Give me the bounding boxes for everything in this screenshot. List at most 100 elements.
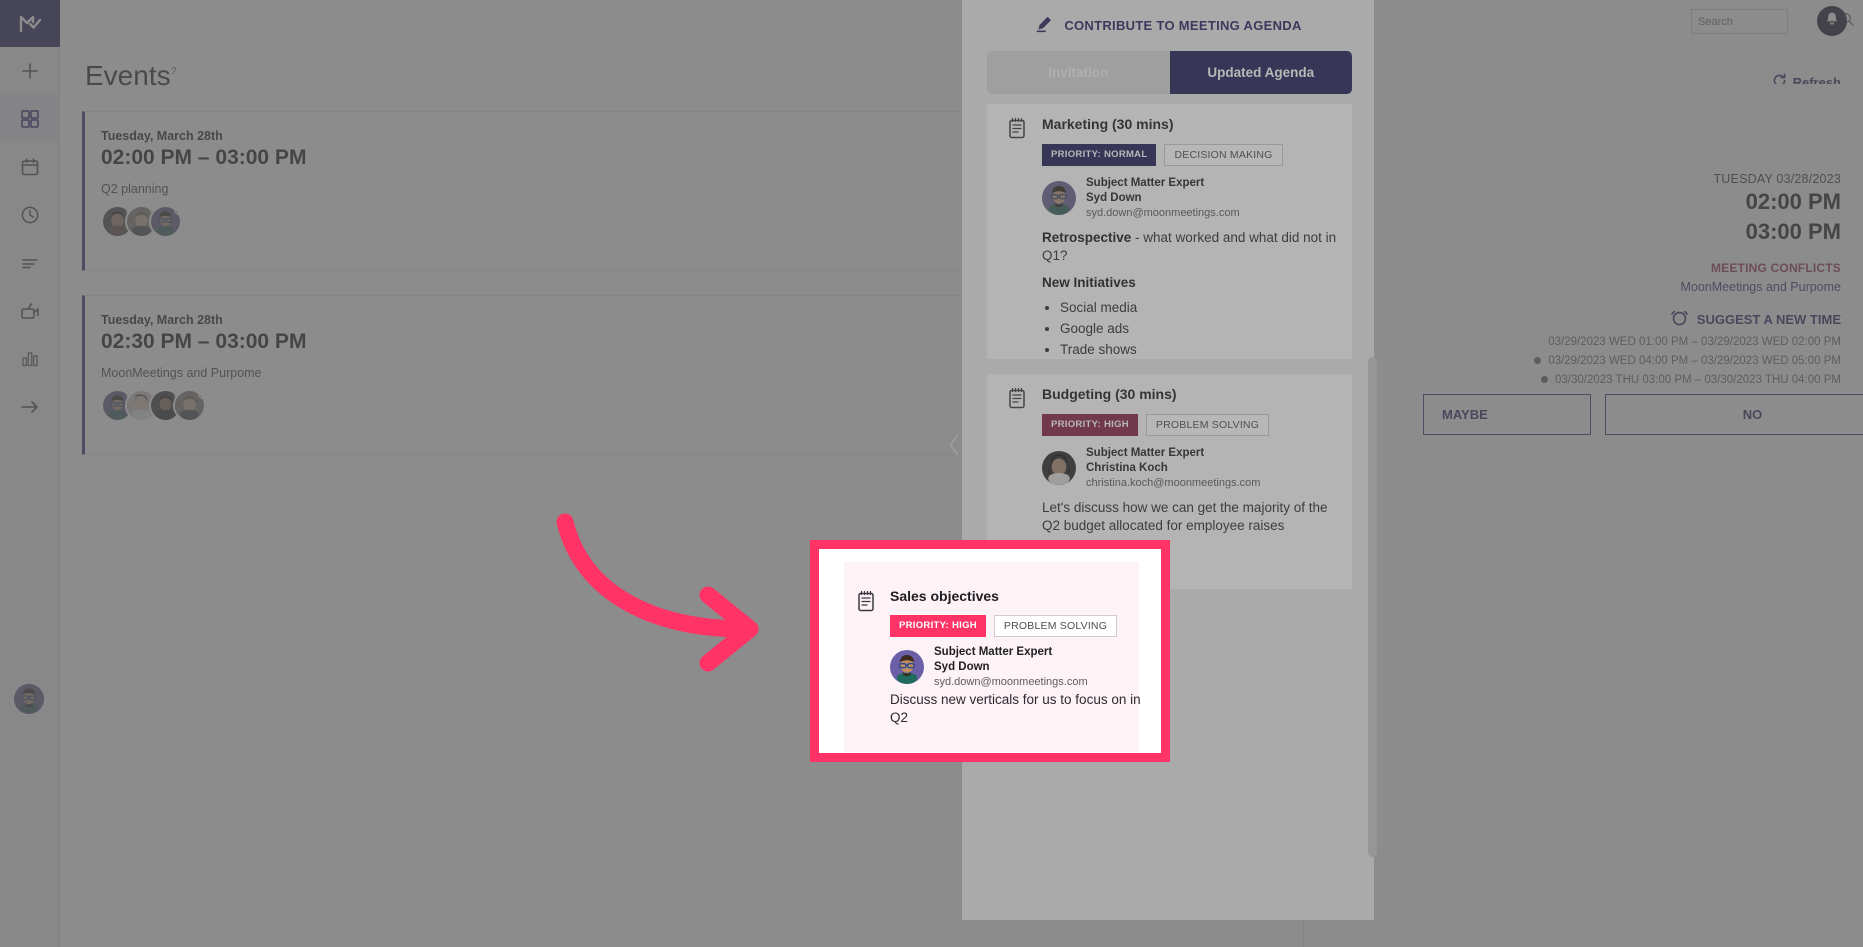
- agenda-item-tags: PRIORITY: HIGH PROBLEM SOLVING: [890, 615, 1118, 637]
- meeting-agenda-panel: CONTRIBUTE TO MEETING AGENDA Invitation …: [962, 0, 1374, 920]
- agenda-item-tags: PRIORITY: HIGH PROBLEM SOLVING: [1042, 414, 1270, 436]
- list-item: Trade shows: [1060, 341, 1337, 359]
- moonmeetings-logo-icon[interactable]: [0, 0, 60, 47]
- sidebar-item-expand-rail[interactable]: [0, 383, 60, 431]
- sidebar-item-create[interactable]: [0, 47, 60, 95]
- video-icon: [19, 300, 41, 322]
- sme-name: Syd Down: [934, 660, 990, 673]
- event-date: Tuesday, March 28th: [101, 313, 223, 327]
- plus-icon: [20, 61, 40, 81]
- sidebar-item-calendar[interactable]: [0, 143, 60, 191]
- type-badge: DECISION MAKING: [1164, 144, 1283, 166]
- event-detail-panel: TUESDAY 03/28/2023 02:00 PM 03:00 PM MEE…: [1303, 84, 1863, 947]
- subject-matter-expert: Subject Matter Expert Syd Down syd.down@…: [1042, 176, 1240, 220]
- user-avatar[interactable]: [14, 684, 44, 714]
- presence-indicator: [174, 207, 180, 215]
- grid-icon: [20, 109, 40, 129]
- event-time: 02:30 PM – 03:00 PM: [101, 330, 307, 353]
- highlight-box: Sales objectives PRIORITY: HIGH PROBLEM …: [810, 540, 1170, 762]
- list-item: Social media: [1060, 299, 1337, 317]
- tab-updated-agenda[interactable]: Updated Agenda: [1169, 51, 1352, 94]
- arrow-right-icon: [19, 397, 41, 417]
- sme-email: syd.down@moonmeetings.com: [934, 675, 1088, 688]
- event-subject: Q2 planning: [101, 182, 169, 196]
- suggested-slot[interactable]: 03/29/2023 WED 01:00 PM – 03/29/2023 WED…: [1548, 336, 1841, 348]
- agenda-item-title: Marketing (30 mins): [1042, 116, 1174, 132]
- meeting-conflicts-value[interactable]: MoonMeetings and Purpome: [1680, 280, 1841, 294]
- agenda-body-lead: Retrospective: [1042, 230, 1132, 245]
- avatar: [1042, 181, 1076, 216]
- list-icon: [20, 253, 40, 273]
- detail-date: TUESDAY 03/28/2023: [1713, 172, 1841, 186]
- agenda-bullet-list: Social media Google ads Trade shows: [1060, 299, 1337, 360]
- notepad-icon: [1007, 387, 1027, 414]
- suggested-slot[interactable]: 03/29/2023 WED 04:00 PM – 03/29/2023 WED…: [1534, 355, 1841, 367]
- contribute-label: CONTRIBUTE TO MEETING AGENDA: [1064, 18, 1302, 33]
- vertical-scrollbar[interactable]: [1368, 357, 1377, 857]
- bell-icon: [1824, 11, 1840, 32]
- suggested-slot[interactable]: 03/30/2023 THU 03:00 PM – 03/30/2023 THU…: [1541, 374, 1841, 386]
- sme-email: syd.down@moonmeetings.com: [1086, 206, 1240, 219]
- agenda-item-body: Let's discuss how we can get the majorit…: [1042, 500, 1328, 534]
- notepad-icon: [1007, 117, 1027, 144]
- priority-badge: PRIORITY: NORMAL: [1042, 144, 1157, 166]
- clock-icon: [20, 205, 40, 225]
- sidebar-item-recordings[interactable]: [0, 287, 60, 335]
- notifications-button[interactable]: [1817, 6, 1847, 36]
- notepad-icon: [856, 590, 876, 617]
- attendee-avatars: [101, 389, 206, 422]
- page-title: Events?: [85, 60, 177, 91]
- presence-indicator: [198, 391, 204, 399]
- alarm-clock-icon: [1670, 308, 1689, 330]
- calendar-icon: [20, 157, 40, 177]
- suggested-slot-text: 03/29/2023 WED 01:00 PM – 03/29/2023 WED…: [1548, 336, 1841, 348]
- sme-email: christina.koch@moonmeetings.com: [1086, 476, 1261, 489]
- meeting-conflicts-label: MEETING CONFLICTS: [1710, 261, 1841, 275]
- contribute-to-meeting-agenda-button[interactable]: CONTRIBUTE TO MEETING AGENDA: [962, 14, 1374, 37]
- detail-start-time: 02:00 PM: [1745, 189, 1841, 214]
- page-title-help-icon[interactable]: ?: [171, 66, 177, 78]
- sme-role: Subject Matter Expert: [934, 646, 1053, 658]
- slot-bullet-icon: [1534, 357, 1542, 365]
- curved-arrow-right-annotation: [545, 500, 795, 680]
- avatar: [890, 650, 924, 685]
- suggest-new-time-label: SUGGEST A NEW TIME: [1696, 311, 1841, 327]
- sme-name: Christina Koch: [1086, 461, 1168, 474]
- list-item: Google ads: [1060, 320, 1337, 338]
- chevron-left-icon[interactable]: [948, 434, 960, 456]
- avatar: [1042, 451, 1076, 486]
- priority-badge: PRIORITY: HIGH: [890, 615, 986, 637]
- avatar[interactable]: [149, 205, 182, 238]
- sme-role: Subject Matter Expert: [1086, 447, 1205, 459]
- suggest-new-time-button[interactable]: SUGGEST A NEW TIME: [1670, 308, 1841, 330]
- sidebar-item-history[interactable]: [0, 191, 60, 239]
- type-badge: PROBLEM SOLVING: [993, 615, 1118, 637]
- agenda-tabs: Invitation Updated Agenda: [987, 51, 1352, 94]
- sidebar-item-analytics[interactable]: [0, 335, 60, 383]
- agenda-body-subhead: New Initiatives: [1042, 275, 1136, 291]
- search-box[interactable]: [1691, 9, 1854, 34]
- sidebar-item-agenda-list[interactable]: [0, 239, 60, 287]
- event-date: Tuesday, March 28th: [101, 129, 223, 143]
- event-time: 02:00 PM – 03:00 PM: [101, 146, 307, 169]
- sidebar-item-events[interactable]: [0, 95, 60, 143]
- application-root: Events? Refresh Tuesday, March 28th 02:0…: [0, 0, 1863, 947]
- agenda-item-tags: PRIORITY: NORMAL DECISION MAKING: [1042, 144, 1283, 166]
- event-subject: MoonMeetings and Purpome: [101, 366, 262, 380]
- no-button[interactable]: NO: [1605, 394, 1863, 435]
- pencil-icon: [1034, 14, 1054, 37]
- suggested-slot-text: 03/30/2023 THU 03:00 PM – 03/30/2023 THU…: [1555, 374, 1841, 386]
- bar-chart-icon: [20, 349, 40, 369]
- sme-role: Subject Matter Expert: [1086, 177, 1205, 189]
- attendee-avatars: [101, 205, 182, 238]
- tab-invitation[interactable]: Invitation: [987, 51, 1170, 94]
- agenda-item[interactable]: Marketing (30 mins) PRIORITY: NORMAL DEC…: [987, 104, 1352, 359]
- avatar[interactable]: [173, 389, 206, 422]
- maybe-button[interactable]: MAYBE: [1423, 394, 1591, 435]
- suggested-slot-text: 03/29/2023 WED 04:00 PM – 03/29/2023 WED…: [1548, 355, 1841, 367]
- agenda-item-body: Discuss new verticals for us to focus on…: [890, 692, 1141, 726]
- type-badge: PROBLEM SOLVING: [1145, 414, 1270, 436]
- subject-matter-expert: Subject Matter Expert Christina Koch chr…: [1042, 446, 1260, 490]
- priority-badge: PRIORITY: HIGH: [1042, 414, 1138, 436]
- agenda-item-title: Budgeting (30 mins): [1042, 386, 1177, 402]
